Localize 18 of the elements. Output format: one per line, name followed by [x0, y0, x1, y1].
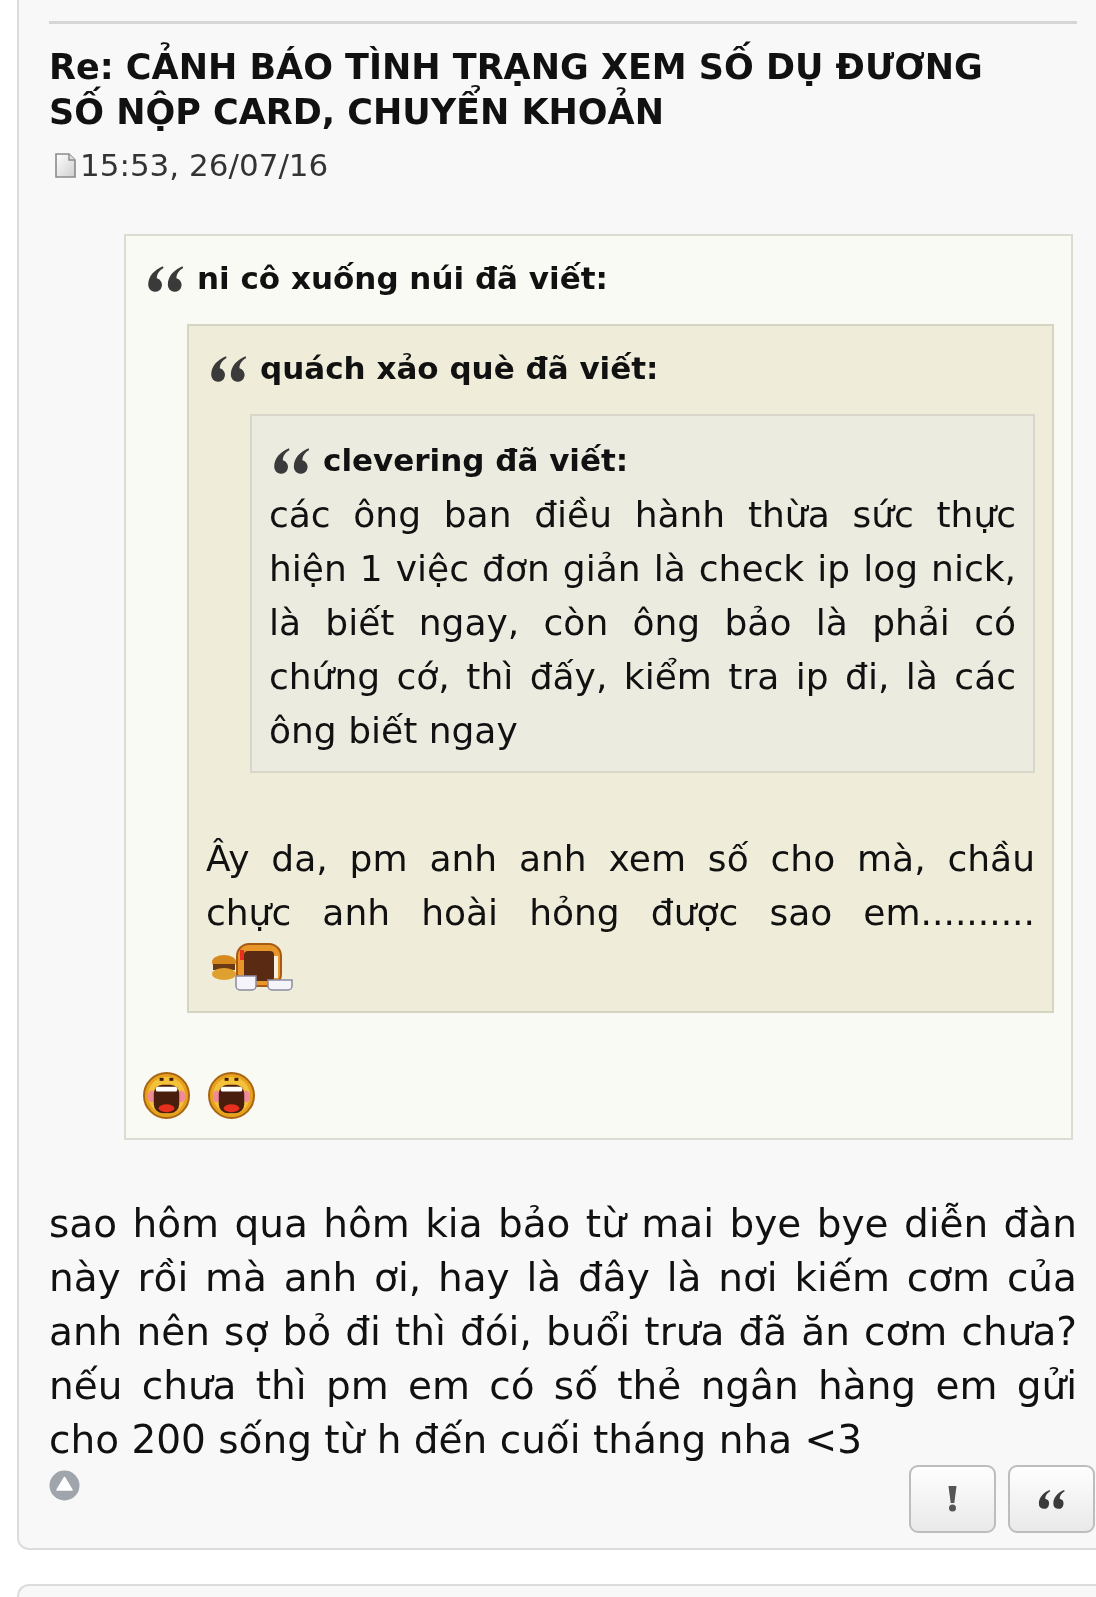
quote-mark-icon: [273, 446, 311, 474]
monitor-icon: [210, 942, 294, 992]
quote-mark-icon: [1037, 1489, 1066, 1509]
quote-button[interactable]: [1008, 1465, 1095, 1533]
quote-mark-icon: [210, 354, 248, 382]
quote-author: quách xảo què đã viết:: [260, 349, 659, 388]
quote-text: các ông ban điều hành thừa sức thực hiện 1 việc đơn giản là check ip log nick, là biết ngay, còn ông bảo là phải có chứng cớ, thì đấy, kiểm tra ip đi, là các ông biết ngay: [269, 493, 1016, 753]
laughing-face-icon: [208, 1072, 255, 1119]
exclamation-icon: [948, 1486, 957, 1512]
report-button[interactable]: [909, 1465, 996, 1533]
quote-mark-icon: [147, 264, 185, 292]
post-text: sao hôm qua hôm kia bảo từ mai bye bye diễn đàn này rồi mà anh ơi, hay là đây là nơi kiếm cơm của anh nên sợ bỏ đi thì đói, buổi trưa đã ăn cơm chưa? nếu chưa thì pm em có số thẻ ngân hàng em gửi cho 200 sống từ h đến cuối tháng nha <3: [49, 1200, 1077, 1464]
quote-author: clevering đã viết:: [323, 441, 629, 480]
document-icon: [55, 152, 76, 178]
quote-text: Ây da, pm anh anh xem số cho mà, chầu chực anh hoài hỏng được sao em..........: [206, 837, 1035, 935]
quote-author: ni cô xuống núi đã viết:: [197, 259, 608, 298]
laughing-face-icon: [143, 1072, 190, 1119]
post-date: 15:53, 26/07/16: [80, 146, 329, 185]
